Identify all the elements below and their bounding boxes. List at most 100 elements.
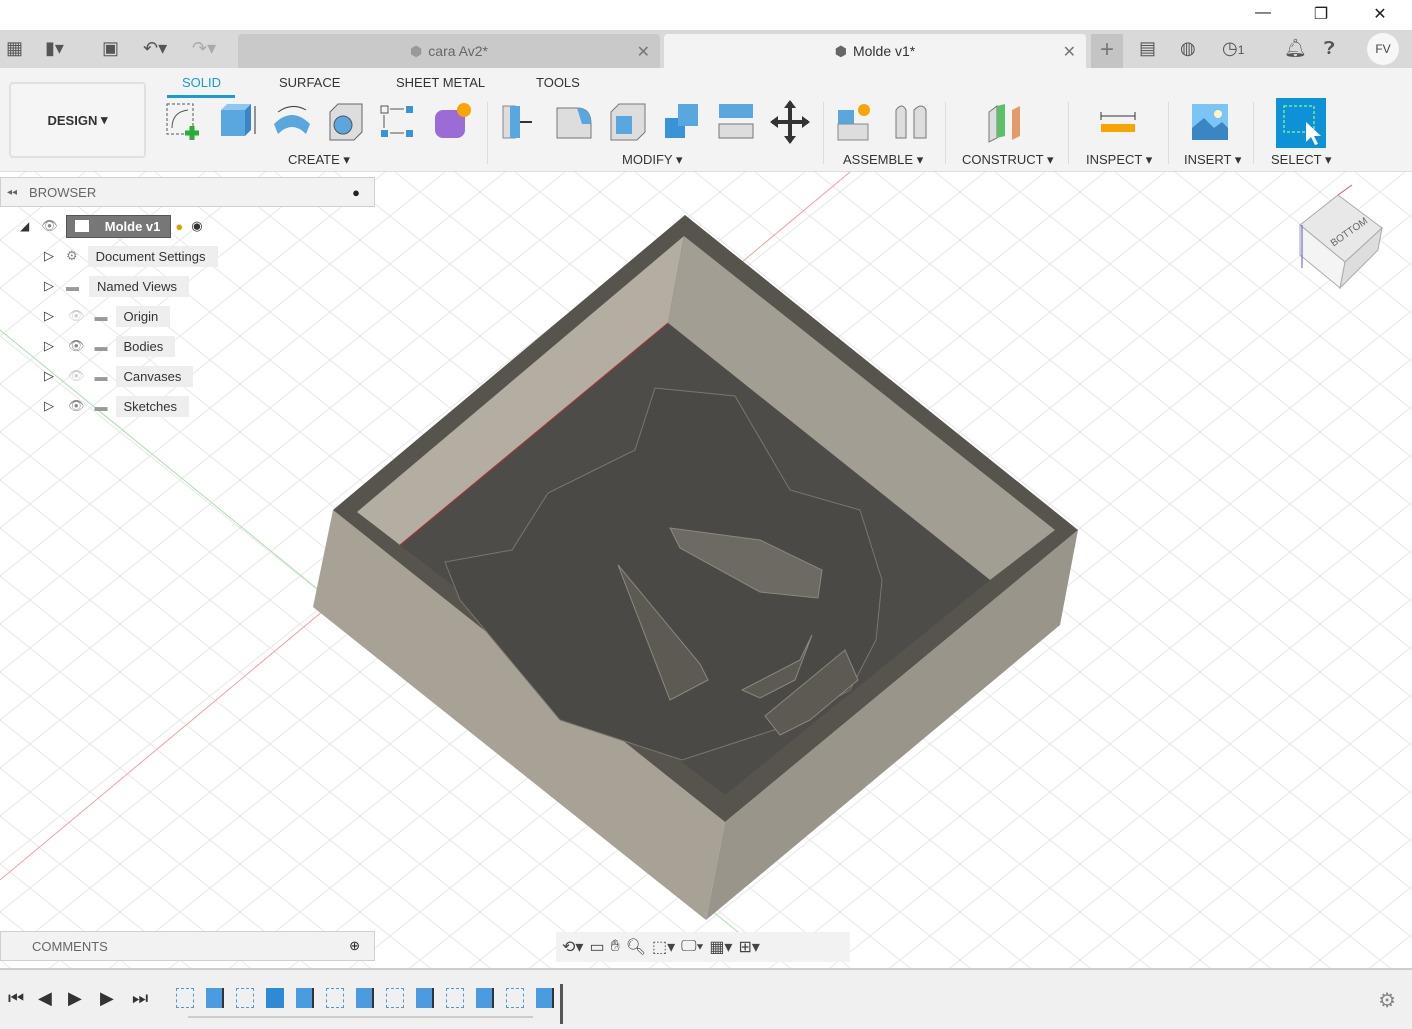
fillet-icon[interactable] — [554, 100, 594, 144]
3d-viewport[interactable]: BOTTOM ◂◂ BROWSER ● — [0, 172, 1412, 968]
expand-arrow-icon[interactable]: ▷ — [44, 398, 54, 414]
active-radio-icon[interactable]: ◉ — [191, 218, 202, 234]
construct-menu[interactable]: CONSTRUCT ▾ — [962, 152, 1054, 168]
offset-plane-icon[interactable] — [986, 100, 1026, 144]
step-forward-icon[interactable]: ▶ — [100, 988, 114, 1009]
timeline-extrude-icon[interactable] — [296, 988, 314, 1008]
move-icon[interactable] — [770, 100, 810, 144]
expand-arrow-icon[interactable]: ▷ — [44, 368, 54, 384]
file-menu-icon[interactable]: ▮▾ — [45, 38, 64, 59]
close-tab-icon[interactable]: ✕ — [1063, 42, 1076, 62]
timeline-sketch-icon[interactable] — [236, 988, 254, 1008]
browser-options-icon[interactable]: ● — [352, 185, 360, 200]
save-icon[interactable]: ▣ — [102, 38, 119, 59]
inspect-menu[interactable]: INSPECT ▾ — [1086, 152, 1152, 168]
assemble-menu[interactable]: ASSEMBLE ▾ — [843, 152, 923, 168]
look-at-icon[interactable]: ▭ — [589, 937, 604, 957]
tab-molde-v1[interactable]: ⬢Molde v1*✕ — [664, 34, 1086, 68]
new-component-icon[interactable] — [836, 100, 876, 144]
go-to-start-icon[interactable]: ⏮ — [8, 988, 24, 1009]
display-settings-icon[interactable]: 🖵▾ — [681, 938, 703, 956]
timeline-settings-gear-icon[interactable]: ⚙ — [1378, 988, 1396, 1013]
restore-button[interactable]: ❐ — [1306, 4, 1336, 26]
visibility-eye-icon[interactable]: 👁︎ — [68, 398, 85, 414]
timeline-sketch-icon[interactable] — [176, 988, 194, 1008]
tab-solid[interactable]: SOLID — [182, 75, 221, 90]
step-back-icon[interactable]: ◀ — [38, 988, 52, 1009]
expand-arrow-icon[interactable]: ▷ — [44, 308, 54, 324]
model-canvas[interactable]: BOTTOM — [0, 172, 1412, 968]
visibility-eye-icon[interactable]: 👁︎ — [41, 218, 58, 234]
job-status-icon[interactable]: ◷1 — [1222, 38, 1244, 59]
expand-arrow-icon[interactable]: ▷ — [44, 248, 54, 264]
insert-image-icon[interactable] — [1190, 100, 1230, 144]
timeline-extrude-icon[interactable] — [416, 988, 434, 1008]
help-icon[interactable]: ❓︎ — [1324, 38, 1335, 59]
hidden-eye-icon[interactable]: 👁︎ — [68, 308, 85, 324]
press-pull-icon[interactable] — [500, 100, 540, 144]
minimize-button[interactable]: — — [1248, 4, 1278, 26]
go-to-end-icon[interactable]: ⏭ — [132, 988, 148, 1009]
collapse-arrow-icon[interactable]: ◢ — [20, 219, 29, 233]
shell-icon[interactable] — [608, 100, 648, 144]
timeline-extrude-icon[interactable] — [476, 988, 494, 1008]
offline-icon[interactable]: ◍ — [1180, 38, 1196, 59]
tab-surface[interactable]: SURFACE — [279, 75, 340, 90]
select-icon[interactable] — [1276, 98, 1326, 148]
extrude-icon[interactable] — [218, 100, 258, 144]
tab-sheet-metal[interactable]: SHEET METAL — [396, 75, 485, 90]
play-icon[interactable]: ▶ — [68, 988, 82, 1009]
timeline-extrude-icon[interactable] — [536, 988, 554, 1008]
timeline-canvas-icon[interactable] — [266, 988, 284, 1008]
measure-icon[interactable] — [1098, 100, 1138, 144]
select-menu[interactable]: SELECT ▾ — [1271, 152, 1331, 168]
close-tab-icon[interactable]: ✕ — [637, 42, 650, 62]
notifications-icon[interactable]: 🔔︎ — [1284, 38, 1307, 59]
visibility-eye-icon[interactable]: 👁︎ — [68, 338, 85, 354]
hidden-eye-icon[interactable]: 👁︎ — [68, 368, 85, 384]
tree-item-origin[interactable]: ▷👁︎▬Origin — [44, 304, 170, 328]
pan-hand-icon[interactable]: ✋︎ — [611, 938, 620, 956]
user-avatar[interactable]: FV — [1367, 33, 1399, 65]
redo-icon[interactable]: ↷▾ — [192, 38, 216, 59]
collapse-panel-icon[interactable]: ◂◂ — [7, 187, 17, 198]
orbit-icon[interactable]: ⟲▾ — [562, 937, 583, 957]
timeline-sketch-icon[interactable] — [446, 988, 464, 1008]
joint-icon[interactable] — [892, 100, 932, 144]
zoom-icon[interactable]: 🔍︎ — [626, 937, 646, 957]
create-form-icon[interactable] — [432, 100, 472, 144]
expand-arrow-icon[interactable]: ▷ — [44, 338, 54, 354]
tree-item-document-settings[interactable]: ▷⚙Document Settings — [44, 244, 218, 268]
tab-tools[interactable]: TOOLS — [536, 75, 580, 90]
create-sketch-icon[interactable] — [164, 100, 204, 144]
activate-badge-icon[interactable]: ● — [175, 219, 183, 234]
tree-item-named-views[interactable]: ▷▬Named Views — [44, 274, 189, 298]
apps-grid-icon[interactable]: ▦ — [6, 38, 23, 59]
grid-settings-icon[interactable]: ▦▾ — [709, 937, 732, 957]
workspace-switcher[interactable]: DESIGN ▾ — [9, 82, 146, 158]
hole-icon[interactable] — [326, 100, 366, 144]
modify-menu[interactable]: MODIFY ▾ — [622, 152, 682, 168]
timeline-sketch-icon[interactable] — [506, 988, 524, 1008]
timeline-marker[interactable] — [560, 984, 563, 1024]
insert-menu[interactable]: INSERT ▾ — [1184, 152, 1241, 168]
tree-item-bodies[interactable]: ▷👁︎▬Bodies — [44, 334, 175, 358]
timeline-extrude-icon[interactable] — [356, 988, 374, 1008]
undo-icon[interactable]: ↶▾ — [143, 38, 167, 59]
create-menu[interactable]: CREATE ▾ — [288, 152, 350, 168]
tab-cara-av2[interactable]: ⬢cara Av2*✕ — [238, 34, 660, 68]
revolve-icon[interactable] — [272, 100, 312, 144]
timeline-sketch-icon[interactable] — [326, 988, 344, 1008]
timeline-extrude-icon[interactable] — [206, 988, 224, 1008]
fit-window-icon[interactable]: ⬚▾ — [652, 937, 675, 957]
close-button[interactable]: ✕ — [1365, 4, 1395, 26]
offset-face-icon[interactable] — [716, 100, 756, 144]
add-comment-icon[interactable]: ⊕ — [349, 938, 360, 954]
tree-item-sketches[interactable]: ▷👁︎▬Sketches — [44, 394, 189, 418]
expand-arrow-icon[interactable]: ▷ — [44, 278, 54, 294]
new-tab-button[interactable]: + — [1091, 34, 1123, 68]
combine-icon[interactable] — [662, 100, 702, 144]
timeline-sketch-icon[interactable] — [386, 988, 404, 1008]
tree-root-molde-v1[interactable]: ◢ 👁︎ Molde v1 ● ◉ — [20, 214, 203, 238]
pattern-icon[interactable] — [378, 100, 418, 144]
